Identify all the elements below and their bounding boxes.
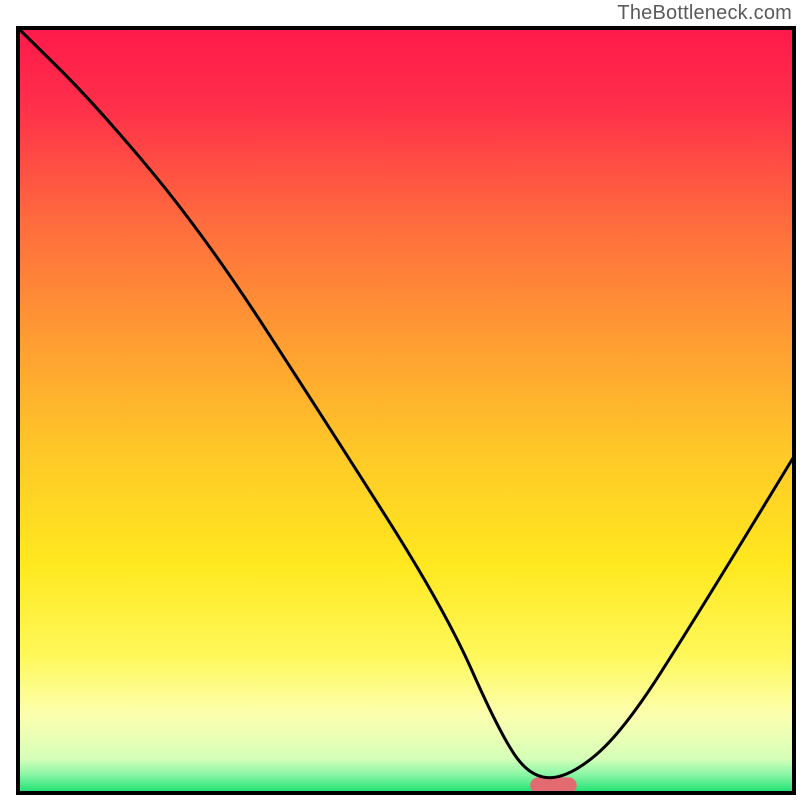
bottleneck-chart bbox=[0, 0, 800, 800]
watermark-text: TheBottleneck.com bbox=[617, 2, 792, 25]
optimal-range-marker bbox=[530, 777, 577, 793]
chart-frame: TheBottleneck.com bbox=[0, 0, 800, 800]
gradient-background bbox=[18, 28, 794, 793]
